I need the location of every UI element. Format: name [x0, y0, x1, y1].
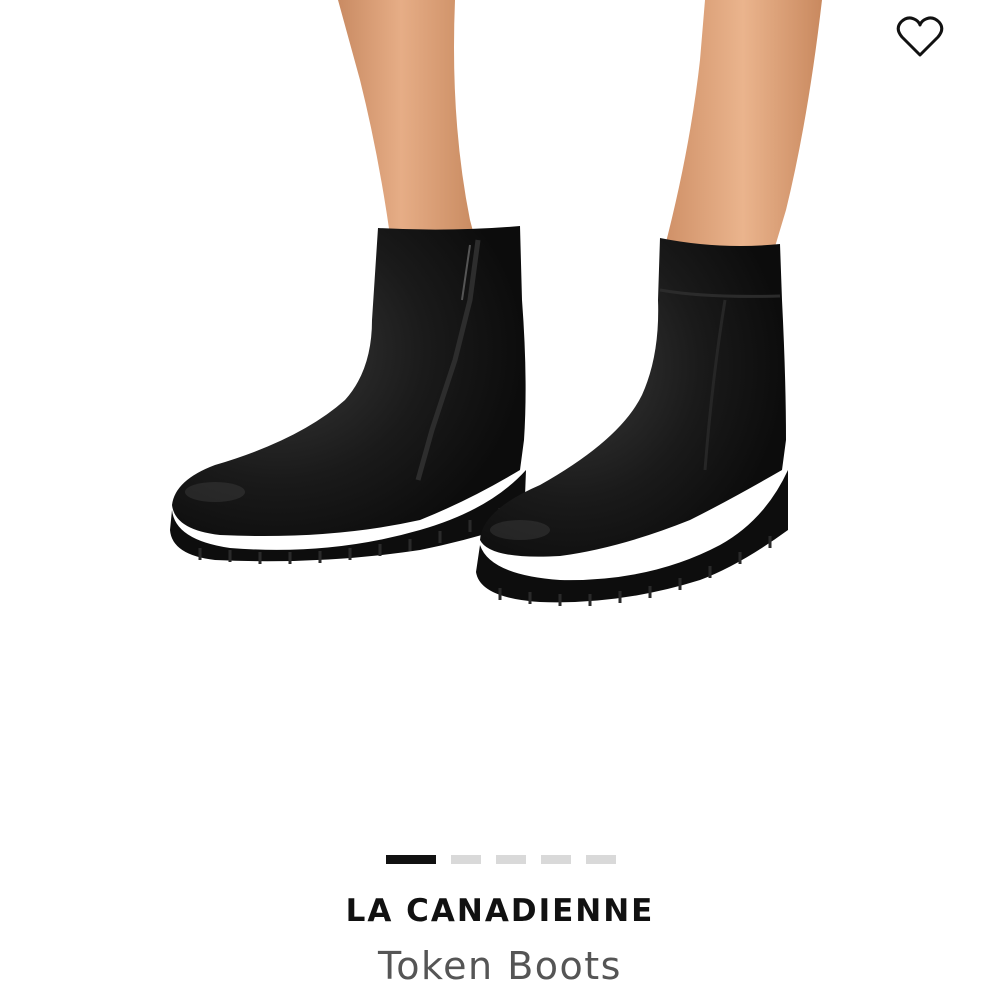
boots-photo [170, 0, 822, 606]
carousel-dot-4[interactable] [541, 855, 571, 864]
right-boot [480, 238, 786, 557]
wishlist-button[interactable] [893, 10, 947, 64]
carousel-dot-3[interactable] [496, 855, 526, 864]
carousel-dot-2[interactable] [451, 855, 481, 864]
product-name: Token Boots [378, 944, 622, 988]
carousel-dot-1[interactable] [386, 855, 436, 864]
right-leg [664, 0, 822, 250]
image-carousel-indicator [386, 855, 616, 864]
heart-outline-icon [896, 16, 944, 57]
brand-name[interactable]: LA CANADIENNE [0, 893, 1000, 929]
product-photo[interactable] [0, 0, 1000, 830]
product-page: LA CANADIENNE Token Boots [0, 0, 1000, 1000]
left-leg [338, 0, 478, 250]
carousel-dot-5[interactable] [586, 855, 616, 864]
